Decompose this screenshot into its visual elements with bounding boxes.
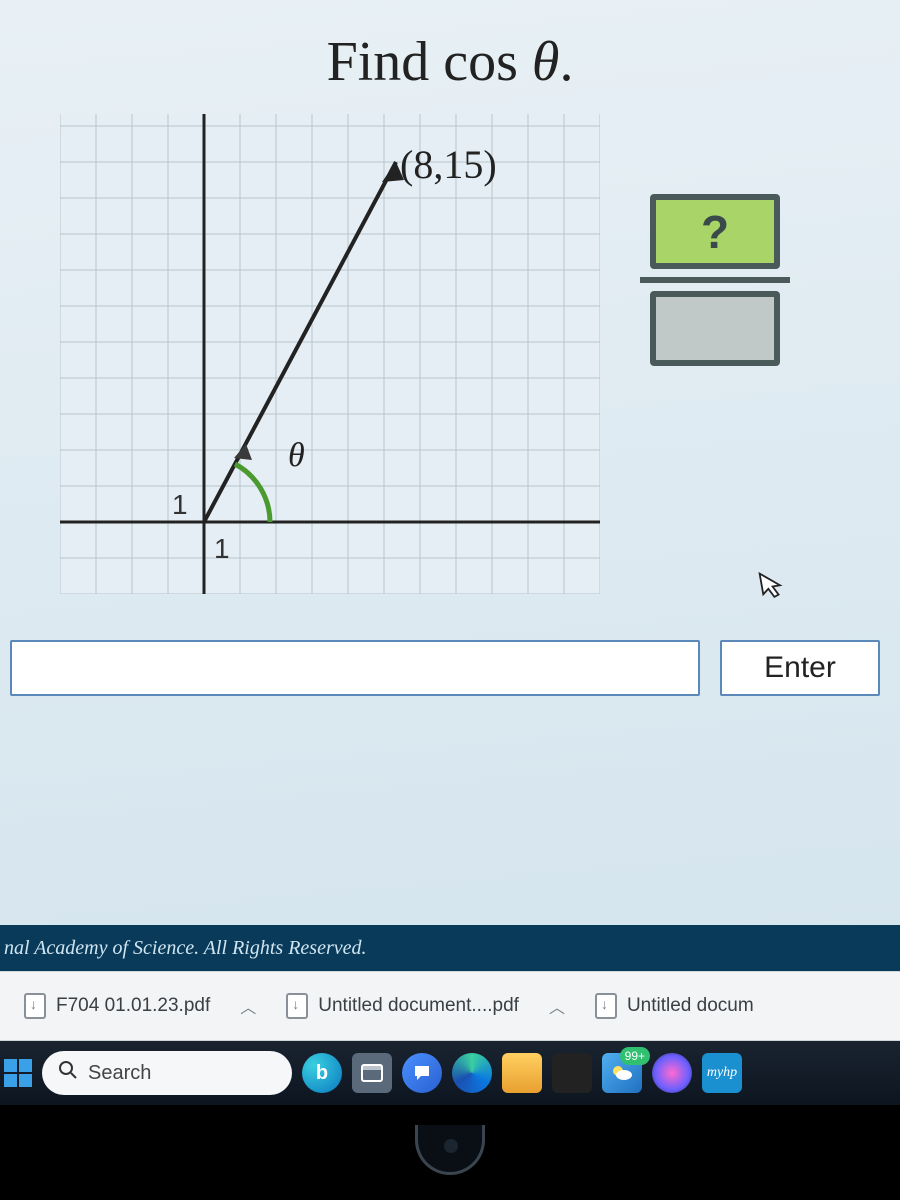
- answer-text-input[interactable]: [10, 640, 700, 696]
- title-text: Find cos: [327, 31, 532, 93]
- footer-copyright: nal Academy of Science. All Rights Reser…: [0, 925, 900, 971]
- search-icon: [58, 1060, 78, 1086]
- enter-button[interactable]: Enter: [720, 640, 880, 696]
- weather-icon[interactable]: 99+: [602, 1053, 642, 1093]
- numerator-input[interactable]: ?: [650, 194, 780, 269]
- myhp-icon[interactable]: myhp: [702, 1053, 742, 1093]
- download-name: F704 01.01.23.pdf: [56, 995, 210, 1017]
- chevron-up-icon[interactable]: ︿: [234, 994, 262, 1018]
- coordinate-graph: (8,15) θ 1 1: [60, 114, 600, 594]
- file-icon: [24, 993, 46, 1019]
- answer-fraction: ?: [640, 194, 790, 366]
- denominator-input[interactable]: [650, 291, 780, 366]
- start-button[interactable]: [4, 1059, 32, 1087]
- copilot-icon[interactable]: [652, 1053, 692, 1093]
- app-content: Find cos θ.: [0, 0, 900, 935]
- bing-icon[interactable]: b: [302, 1053, 342, 1093]
- chat-icon[interactable]: [402, 1053, 442, 1093]
- download-item[interactable]: F704 01.01.23.pdf: [10, 987, 224, 1025]
- search-placeholder: Search: [88, 1062, 151, 1085]
- answer-row: Enter: [10, 640, 880, 696]
- download-item[interactable]: Untitled docum: [581, 987, 768, 1025]
- problem-title: Find cos θ.: [0, 30, 900, 94]
- x-tick: 1: [214, 533, 230, 564]
- point-label: (8,15): [400, 142, 497, 187]
- downloads-bar: F704 01.01.23.pdf ︿ Untitled document...…: [0, 971, 900, 1041]
- download-name: Untitled document....pdf: [318, 995, 519, 1017]
- taskbar-search[interactable]: Search: [42, 1051, 292, 1095]
- chevron-up-icon[interactable]: ︿: [543, 994, 571, 1018]
- title-period: .: [559, 31, 573, 93]
- content-row: (8,15) θ 1 1 ?: [0, 114, 900, 594]
- fraction-bar: [640, 277, 790, 283]
- microsoft-store-icon[interactable]: [552, 1053, 592, 1093]
- camera-icon: [415, 1125, 485, 1175]
- laptop-bezel: [0, 1105, 900, 1200]
- angle-theta-label: θ: [288, 437, 305, 474]
- windows-taskbar: Search b 99+ myhp: [0, 1041, 900, 1105]
- download-item[interactable]: Untitled document....pdf: [272, 987, 533, 1025]
- edge-browser-icon[interactable]: [452, 1053, 492, 1093]
- download-name: Untitled docum: [627, 995, 754, 1017]
- notification-badge: 99+: [620, 1047, 650, 1065]
- y-tick: 1: [172, 489, 188, 520]
- theta-var: θ: [532, 31, 560, 93]
- task-view-icon[interactable]: [352, 1053, 392, 1093]
- file-explorer-icon[interactable]: [502, 1053, 542, 1093]
- file-icon: [286, 993, 308, 1019]
- file-icon: [595, 993, 617, 1019]
- copyright-text: nal Academy of Science. All Rights Reser…: [4, 937, 366, 960]
